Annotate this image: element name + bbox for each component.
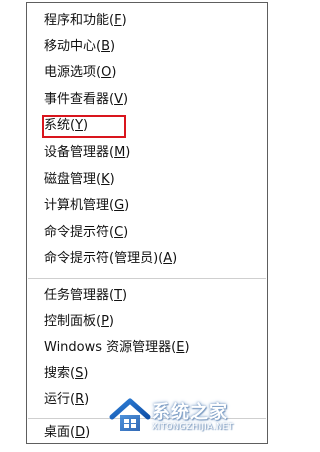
menu-item-label-close: ) <box>109 172 115 187</box>
accelerator-key: G <box>114 198 125 213</box>
menu-item-computer-management[interactable]: 计算机管理(G) <box>44 194 129 218</box>
menu-item-label-close: ) <box>85 425 91 440</box>
menu-separator <box>28 418 266 419</box>
accelerator-key: D <box>75 425 86 440</box>
menu-item-command-prompt[interactable]: 命令提示符(C) <box>44 221 128 245</box>
menu-item-label: 运行( <box>44 392 76 407</box>
menu-item-label-close: ) <box>121 13 127 28</box>
menu-item-label-close: ) <box>122 288 128 303</box>
accelerator-key: P <box>101 314 109 329</box>
menu-item-label: 控制面板( <box>44 314 102 329</box>
menu-item-label-close: ) <box>123 225 129 240</box>
accelerator-key: A <box>163 251 173 266</box>
menu-item-command-prompt-admin[interactable]: 命令提示符(管理员)(A) <box>44 247 177 271</box>
menu-item-label: 命令提示符( <box>44 225 115 240</box>
menu-item-label-close: ) <box>125 145 131 160</box>
menu-item-run[interactable]: 运行(R) <box>44 388 89 412</box>
menu-item-label: 程序和功能( <box>44 13 115 28</box>
menu-item-device-manager[interactable]: 设备管理器(M) <box>44 141 130 165</box>
menu-item-label-close: ) <box>83 366 89 381</box>
menu-item-label: 事件查看器( <box>44 92 115 107</box>
menu-item-label: 电源选项( <box>44 65 102 80</box>
menu-item-event-viewer[interactable]: 事件查看器(V) <box>44 88 128 112</box>
accelerator-key: R <box>75 392 85 407</box>
menu-item-label-close: ) <box>108 314 114 329</box>
menu-item-label: 移动中心( <box>44 39 102 54</box>
menu-item-file-explorer[interactable]: Windows 资源管理器(E) <box>44 336 190 360</box>
highlight-box <box>42 115 126 138</box>
menu-item-control-panel[interactable]: 控制面板(P) <box>44 310 114 334</box>
menu-item-label-close: ) <box>184 340 190 355</box>
menu-item-label-close: ) <box>110 39 116 54</box>
menu-item-search[interactable]: 搜索(S) <box>44 362 88 386</box>
menu-item-label: 计算机管理( <box>44 198 115 213</box>
menu-item-label-close: ) <box>84 392 90 407</box>
menu-item-label: 设备管理器( <box>44 145 115 160</box>
menu-item-label: 磁盘管理( <box>44 172 102 187</box>
menu-separator <box>28 278 266 279</box>
accelerator-key: C <box>114 225 124 240</box>
menu-item-task-manager[interactable]: 任务管理器(T) <box>44 284 127 308</box>
menu-item-mobility-center[interactable]: 移动中心(B) <box>44 35 115 59</box>
menu-item-programs-features[interactable]: 程序和功能(F) <box>44 9 127 33</box>
menu-item-label-close: ) <box>122 92 129 107</box>
accelerator-key: B <box>101 39 110 54</box>
menu-item-label: Windows 资源管理器( <box>44 340 177 355</box>
accelerator-key: V <box>114 92 123 107</box>
menu-item-label: 任务管理器( <box>44 288 115 303</box>
menu-item-label: 搜索( <box>44 366 76 381</box>
accelerator-key: O <box>101 65 112 80</box>
menu-item-label: 桌面( <box>44 425 76 440</box>
context-menu: 程序和功能(F) 移动中心(B) 电源选项(O) 事件查看器(V) 系统(Y) … <box>26 2 268 444</box>
accelerator-key: K <box>101 172 110 187</box>
menu-item-disk-management[interactable]: 磁盘管理(K) <box>44 168 115 192</box>
menu-item-label: 命令提示符(管理员)( <box>44 251 164 266</box>
menu-item-label-close: ) <box>124 198 130 213</box>
menu-item-power-options[interactable]: 电源选项(O) <box>44 61 116 85</box>
accelerator-key: F <box>114 13 122 28</box>
accelerator-key: M <box>114 145 126 160</box>
menu-item-label-close: ) <box>172 251 178 266</box>
menu-item-label-close: ) <box>111 65 117 80</box>
menu-item-desktop[interactable]: 桌面(D) <box>44 421 90 445</box>
accelerator-key: T <box>114 288 123 303</box>
